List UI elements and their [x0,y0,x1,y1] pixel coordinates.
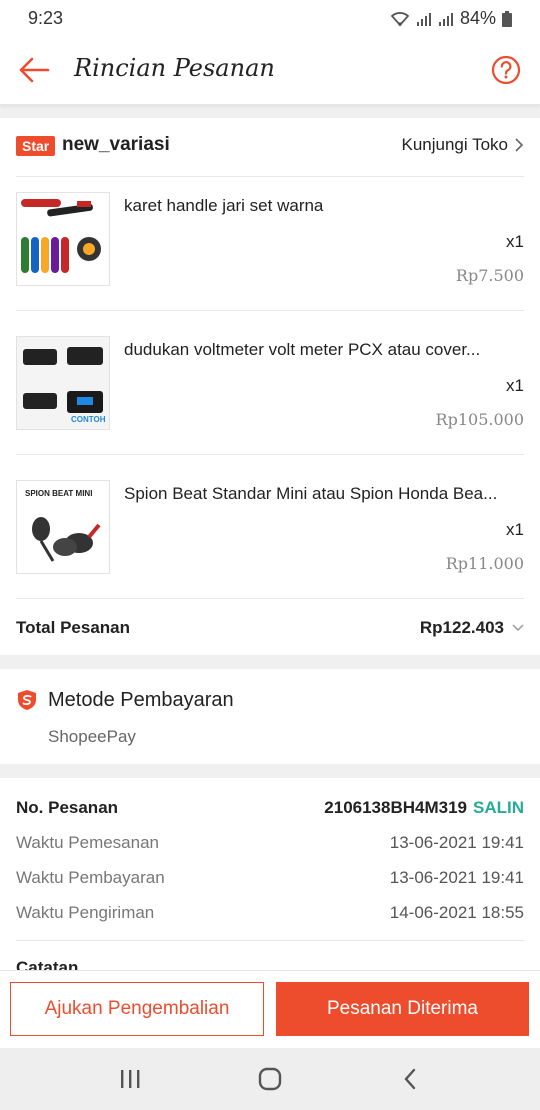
order-item[interactable]: SPION BEAT MINI Spion Beat Standar Mini … [16,464,524,608]
info-value: 14-06-2021 18:55 [389,903,524,922]
star-badge: Star [16,136,56,156]
visit-shop-link[interactable]: Kunjungi Toko [402,135,525,155]
product-name: dudukan voltmeter volt meter PCX atau co… [124,340,481,359]
order-number-value-group: 2106138BH4M319 SALIN [324,798,524,818]
recent-apps-icon [121,1070,140,1088]
product-thumbnail: SPION BEAT MINI [16,480,110,574]
order-items-card: Star new_variasi Kunjungi Toko karet han… [0,118,540,655]
thumb-caption: SPION BEAT MINI [25,489,93,498]
thumb-caption: CONTOH [71,415,106,424]
info-value: 13-06-2021 19:41 [389,833,524,852]
chevron-left-icon [404,1068,416,1090]
product-price: Rp7.500 [455,266,524,285]
product-thumbnail: CONTOH [16,336,110,430]
recent-apps-button[interactable] [108,1062,152,1096]
system-nav-bar [0,1048,540,1110]
order-item[interactable]: karet handle jari set warna x1 Rp7.500 [16,176,524,320]
battery-icon [502,10,512,27]
order-number-value: 2106138BH4M319 [324,798,467,817]
divider [16,454,524,455]
product-name: karet handle jari set warna [124,196,324,215]
order-total-label: Total Pesanan [16,618,130,637]
product-quantity: x1 [506,520,524,539]
request-return-button[interactable]: Ajukan Pengembalian [10,982,264,1036]
product-price: Rp105.000 [435,410,524,429]
copy-order-number-button[interactable]: SALIN [473,798,524,817]
product-thumbnail [16,192,110,286]
payment-method-card: Metode Pembayaran ShopeePay [0,669,540,764]
order-item[interactable]: CONTOH dudukan voltmeter volt meter PCX … [16,320,524,464]
info-label: Waktu Pemesanan [16,833,159,852]
order-total-value: Rp122.403 [419,618,504,637]
order-time-row: Waktu Pemesanan 13-06-2021 19:41 [16,833,524,867]
payment-time-row: Waktu Pembayaran 13-06-2021 19:41 [16,868,524,902]
product-price: Rp11.000 [445,554,524,573]
page-title: Rincian Pesanan [74,54,275,82]
chevron-right-icon [515,138,524,152]
divider [16,598,524,599]
signal-icon [416,12,431,26]
payment-method-title: Metode Pembayaran [48,689,234,711]
back-nav-button[interactable] [388,1062,432,1096]
product-quantity: x1 [506,376,524,395]
payment-shield-icon [18,690,36,710]
info-label: Waktu Pembayaran [16,868,165,887]
shop-name[interactable]: new_variasi [62,134,170,156]
order-number-label: No. Pesanan [16,798,119,817]
payment-method-value: ShopeePay [48,727,136,746]
order-total-toggle[interactable]: Rp122.403 [420,618,524,638]
order-number-row: No. Pesanan 2106138BH4M319 SALIN [16,798,524,832]
chevron-down-icon [512,624,524,632]
help-button[interactable] [486,50,526,90]
product-name: Spion Beat Standar Mini atau Spion Honda… [124,484,498,503]
status-time: 9:23 [28,8,64,28]
home-icon [258,1067,282,1091]
divider [16,310,524,311]
action-bar: Ajukan Pengembalian Pesanan Diterima [0,970,540,1049]
status-bar: 9:23 84% [0,0,540,36]
shipping-time-row: Waktu Pengiriman 14-06-2021 18:55 [16,903,524,937]
signal-icon-2 [438,12,453,26]
wifi-icon [390,11,410,26]
battery-level: 84% [459,8,496,28]
home-button[interactable] [248,1062,292,1096]
divider [16,940,524,941]
order-info-card: No. Pesanan 2106138BH4M319 SALIN Waktu Pe… [0,778,540,977]
status-icons: 84% [390,8,512,29]
help-icon [491,55,521,85]
order-received-button[interactable]: Pesanan Diterima [276,982,529,1036]
visit-shop-label: Kunjungi Toko [401,135,509,154]
arrow-left-icon [19,57,50,83]
info-value: 13-06-2021 19:41 [389,868,524,887]
app-header: Rincian Pesanan [0,36,540,105]
info-label: Waktu Pengiriman [16,903,155,922]
back-button[interactable] [14,50,54,90]
product-quantity: x1 [506,232,524,251]
